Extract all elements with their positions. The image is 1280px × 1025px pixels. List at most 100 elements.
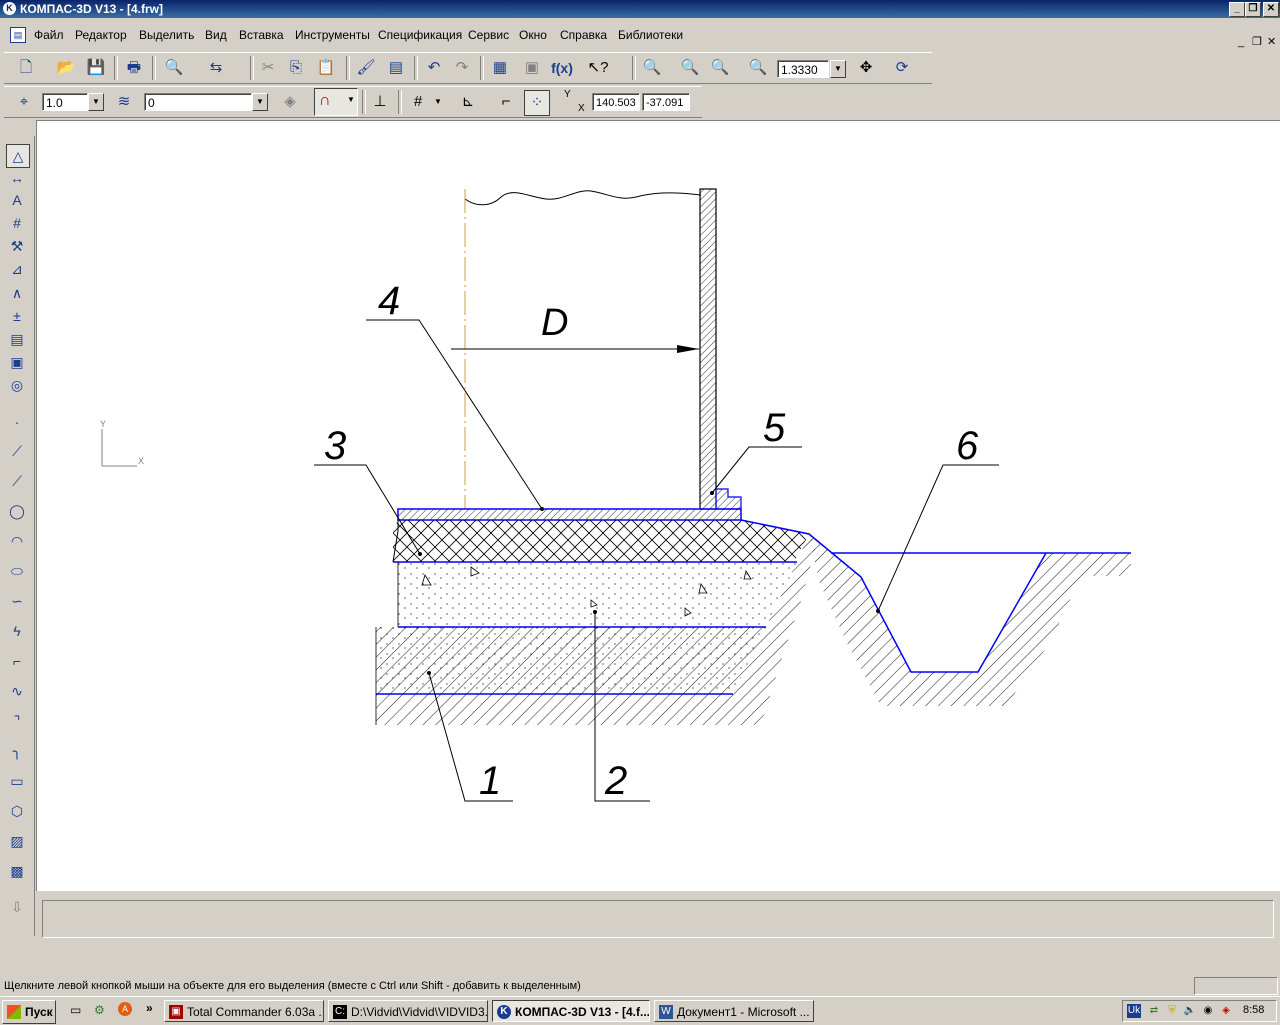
undo-icon[interactable]: ↶ [422, 56, 446, 80]
zoom-dynamic-icon[interactable]: 🔍 [708, 56, 732, 80]
paste-icon[interactable]: 📋 [314, 56, 338, 80]
orthogonal-icon[interactable]: ⊥ [368, 90, 392, 114]
local-cs-icon[interactable]: ⊾ [456, 90, 480, 114]
polyline-icon[interactable]: ϟ [6, 620, 28, 642]
snap-dropdown-icon[interactable]: ▼ [347, 95, 355, 104]
cut-icon[interactable]: ✂ [256, 56, 280, 80]
format-brush-icon[interactable]: 🖌 [354, 56, 378, 80]
menu-view[interactable]: Вид [205, 28, 227, 42]
symbols-panel-icon[interactable]: A [6, 189, 28, 211]
redo-icon[interactable]: ↷ [450, 56, 474, 80]
language-indicator[interactable]: Uk [1127, 1004, 1141, 1018]
spline-icon[interactable]: ∽ [6, 590, 28, 612]
quicklaunch-app-icon[interactable]: A [118, 1002, 132, 1016]
layers-icon[interactable]: ≋ [112, 90, 136, 114]
menu-insert[interactable]: Вставка [239, 28, 284, 42]
close-button[interactable]: ✕ [1263, 2, 1279, 17]
menu-service[interactable]: Сервис [468, 28, 509, 42]
new-document-icon[interactable]: 🗋 [14, 56, 38, 80]
cursor-y-field[interactable]: -37.091 [642, 93, 690, 111]
zoom-in-icon[interactable]: 🔍 [678, 56, 702, 80]
task-total-commander[interactable]: ▣ Total Commander 6.03a ... [164, 1000, 324, 1022]
reports-panel-icon[interactable]: ▤ [6, 328, 28, 350]
round-off-icon[interactable]: ⁘ [524, 90, 550, 116]
restore-button[interactable]: ❐ [1245, 2, 1261, 17]
contour-icon[interactable]: ⌐ [6, 650, 28, 672]
layer-properties-icon[interactable]: ◈ [278, 90, 302, 114]
current-layer-field[interactable]: 0 [144, 93, 252, 111]
polygon-icon[interactable]: ⬡ [6, 800, 28, 822]
antivirus-icon[interactable]: ◈ [1219, 1004, 1233, 1018]
auxiliary-line-icon[interactable]: ⟋ [6, 440, 28, 462]
quicklaunch-more-button[interactable]: » [146, 1001, 153, 1015]
open-folder-icon[interactable]: 📂 [54, 56, 78, 80]
geometry-panel-icon[interactable]: △ [6, 144, 30, 168]
print-icon[interactable]: 🖶 [122, 56, 146, 80]
edit-panel-icon[interactable]: ⚒ [6, 235, 28, 257]
dimensions-panel-icon[interactable]: ↔ [6, 167, 28, 189]
task-command-prompt[interactable]: C: D:\Vidvid\Vidvid\VIDVID3... [328, 1000, 488, 1022]
fragment-panel-icon[interactable]: ◎ [6, 374, 28, 396]
variables-icon[interactable]: ▦ [488, 56, 512, 80]
layer-dropdown-button[interactable]: ▼ [252, 93, 268, 111]
select-panel-icon[interactable]: ∧ [6, 282, 28, 304]
bezier-icon[interactable]: ∿ [6, 680, 28, 702]
menu-editor[interactable]: Редактор [75, 28, 127, 42]
chamfer-icon[interactable]: ⌝ [6, 710, 28, 732]
start-button[interactable]: Пуск [2, 1000, 56, 1024]
hatch-icon[interactable]: ▨ [6, 830, 28, 852]
network-icon[interactable]: ⇄ [1147, 1004, 1161, 1018]
properties-icon[interactable]: ▤ [384, 56, 408, 80]
minimize-button[interactable]: _ [1229, 2, 1245, 17]
menu-libraries[interactable]: Библиотеки [618, 28, 683, 42]
drawing-canvas[interactable]: Y X D 4 3 5 6 1 2 [36, 120, 1280, 891]
manager-icon[interactable]: ⇆ [204, 56, 228, 80]
task-word-document[interactable]: W Документ1 - Microsoft ... [654, 1000, 814, 1022]
ortho-mode-icon[interactable]: ⌐ [494, 90, 518, 114]
show-desktop-icon[interactable]: ▭ [70, 1003, 81, 1017]
step-dropdown-button[interactable]: ▼ [88, 93, 104, 111]
insert-panel-icon[interactable]: ▣ [6, 351, 28, 373]
cursor-x-field[interactable]: 140.503 [592, 93, 640, 111]
fill-icon[interactable]: ▩ [6, 860, 28, 882]
segment-icon[interactable]: ⟋ [6, 470, 28, 492]
doc-minimize-button[interactable]: _ [1238, 36, 1244, 48]
volume-icon[interactable]: 🔈 [1183, 1004, 1197, 1018]
snap-toggle[interactable]: ∩ ▼ [314, 88, 358, 116]
properties-panel-area[interactable] [42, 900, 1274, 938]
menu-select[interactable]: Выделить [139, 28, 194, 42]
zoom-scale-field[interactable]: 1.3330 [777, 60, 829, 78]
security-shield-icon[interactable]: ⛨ [1165, 1004, 1179, 1018]
quicklaunch-network-icon[interactable]: ⚙ [94, 1003, 105, 1017]
menu-tools[interactable]: Инструменты [295, 28, 370, 42]
cursor-step-field[interactable]: 1.0 [42, 93, 88, 111]
save-icon[interactable]: 💾 [84, 56, 108, 80]
menu-window[interactable]: Окно [519, 28, 547, 42]
step-cursor-icon[interactable]: ⌖ [12, 90, 36, 114]
formula-icon[interactable]: f(x) [550, 56, 574, 80]
pan-icon[interactable]: ✥ [854, 56, 878, 80]
point-icon[interactable]: · [6, 411, 28, 433]
ellipse-icon[interactable]: ⬭ [6, 560, 28, 582]
document-icon[interactable]: ▤ [10, 27, 26, 43]
fillet-icon[interactable]: ╮ [6, 740, 28, 762]
parametrization-panel-icon[interactable]: # [6, 212, 28, 234]
grid-dropdown-icon[interactable]: ▼ [434, 97, 442, 106]
menu-file[interactable]: Файл [34, 28, 64, 42]
eye-icon[interactable]: ◉ [1201, 1004, 1215, 1018]
library-manager-icon[interactable]: ▣ [520, 56, 544, 80]
collection-icon[interactable]: ⇩ [6, 896, 28, 918]
zoom-dropdown-button[interactable]: ▼ [830, 60, 846, 78]
measure-panel-icon[interactable]: ⊿ [6, 258, 28, 280]
arc-icon[interactable]: ◠ [6, 530, 28, 552]
refresh-icon[interactable]: ⟳ [890, 56, 914, 80]
menu-help[interactable]: Справка [560, 28, 607, 42]
spec-panel-icon[interactable]: ± [6, 305, 28, 327]
doc-close-button[interactable]: ✕ [1267, 36, 1276, 48]
task-kompas[interactable]: K КОМПАС-3D V13 - [4.f... [492, 1000, 650, 1022]
help-pointer-icon[interactable]: ↖? [586, 56, 610, 80]
rectangle-icon[interactable]: ▭ [6, 770, 28, 792]
menu-specification[interactable]: Спецификация [378, 28, 462, 42]
circle-icon[interactable]: ◯ [6, 500, 28, 522]
zoom-window-icon[interactable]: 🔍 [640, 56, 664, 80]
